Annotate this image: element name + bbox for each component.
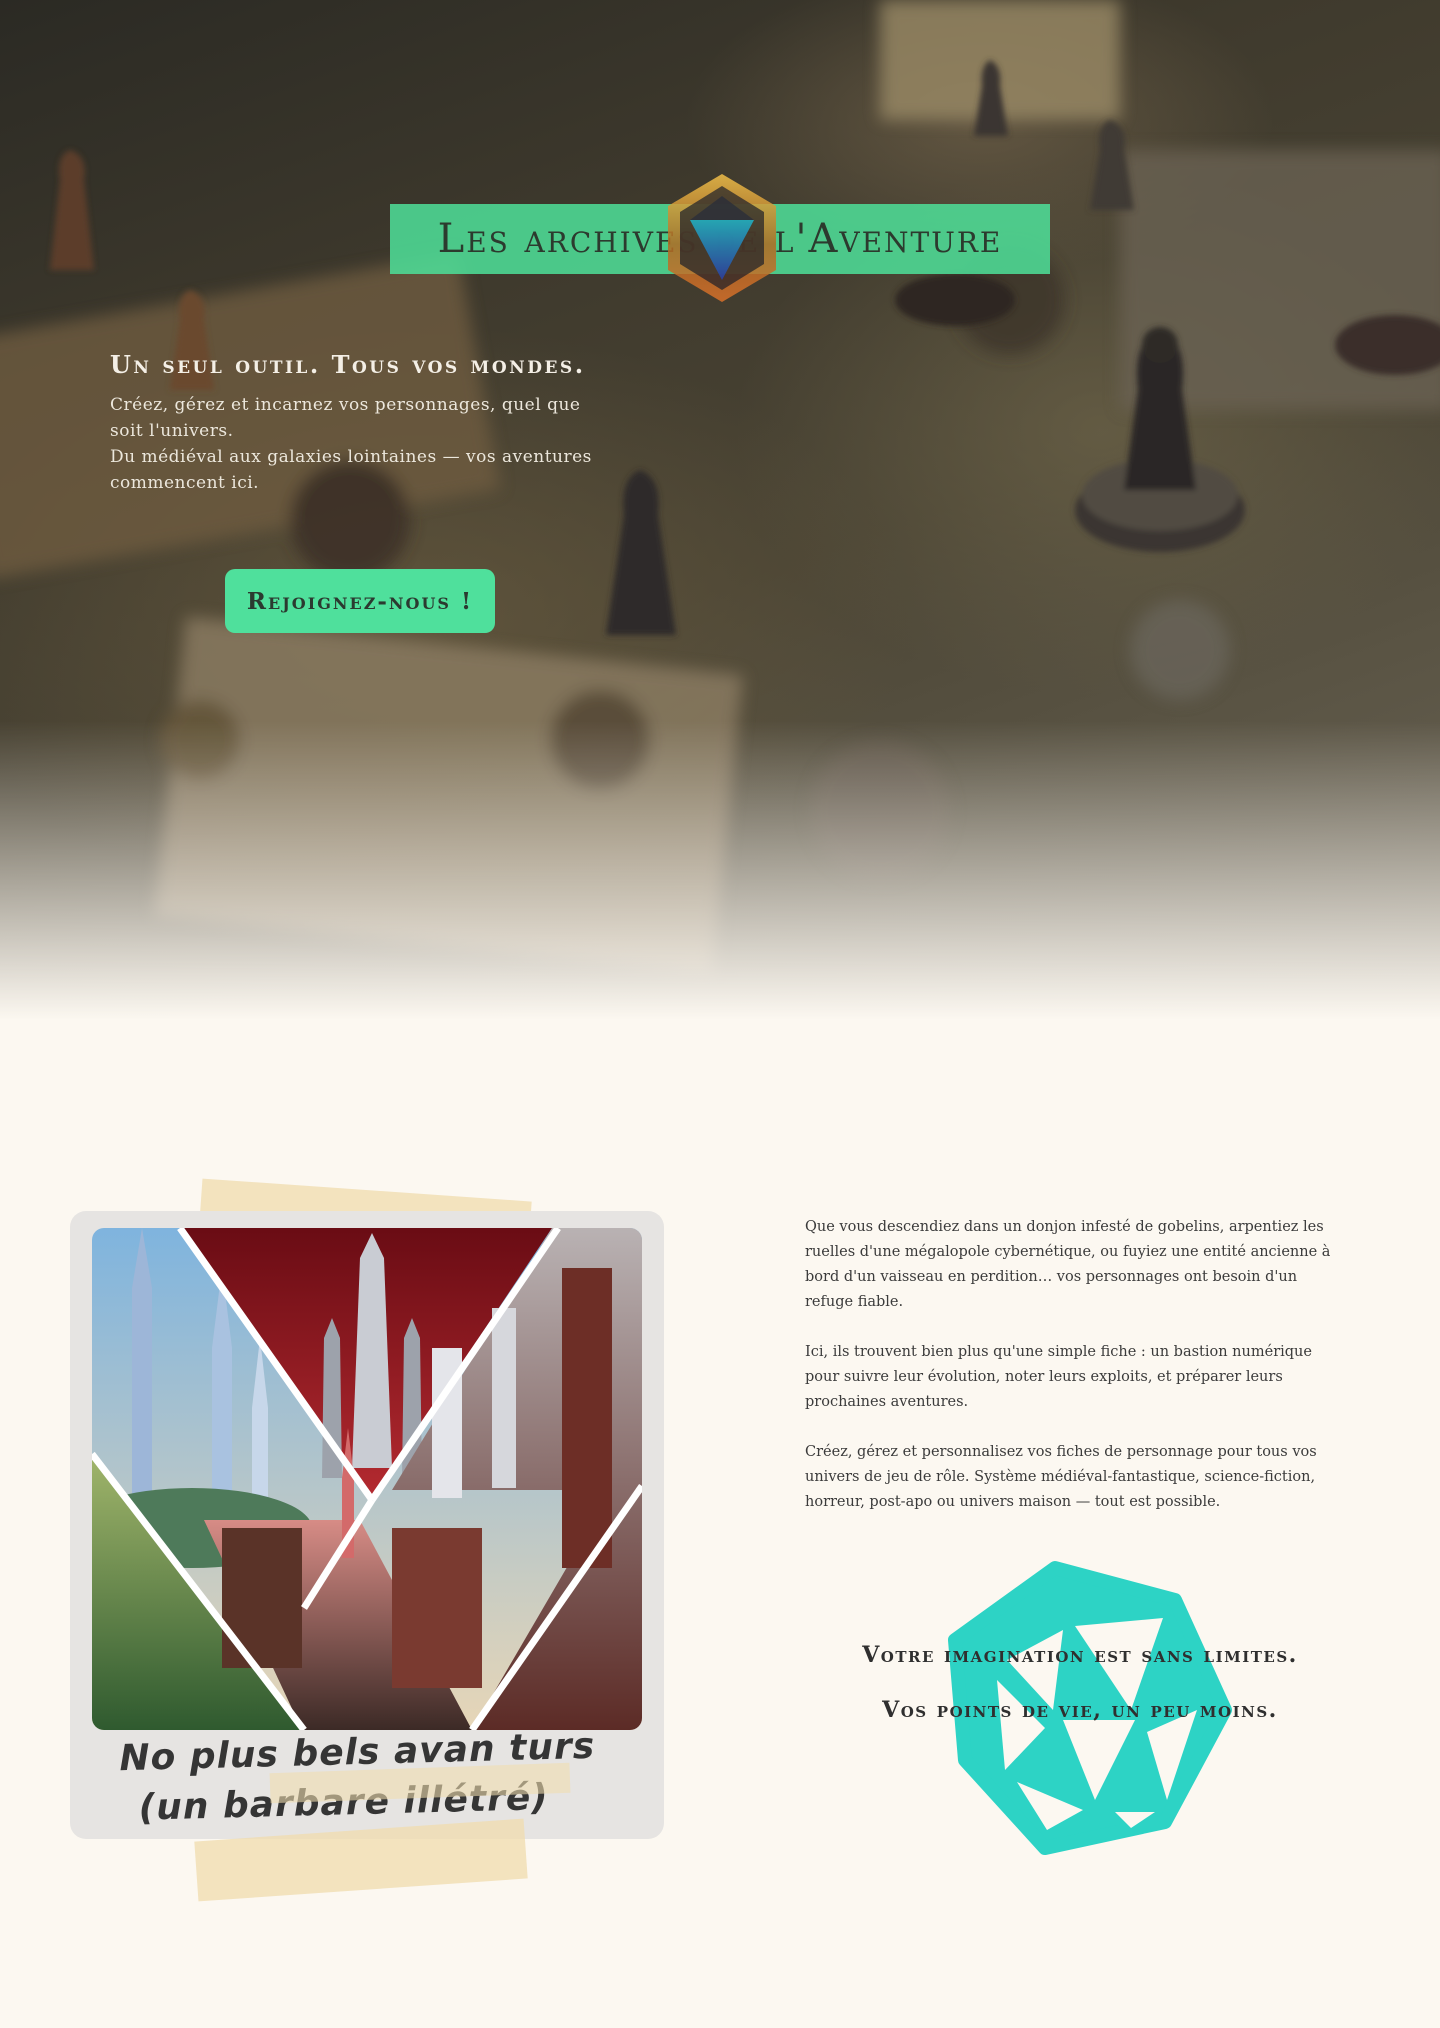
story-paragraph-3: Créez, gérez et personnalisez vos fiches… bbox=[805, 1444, 1317, 1510]
hero-fade-overlay bbox=[0, 720, 1440, 1020]
collage-artwork bbox=[92, 1228, 642, 1730]
hero-description: Créez, gérez et incarnez vos personnages… bbox=[110, 392, 610, 496]
hero-description-line-2: Du médiéval aux galaxies lointaines — vo… bbox=[110, 447, 592, 493]
story-text: Que vous descendiez dans un donjon infes… bbox=[805, 1215, 1345, 1540]
motto-line-1: Votre imagination est sans limites. bbox=[862, 1642, 1298, 1668]
join-us-button[interactable]: Rejoignez-nous ! bbox=[225, 569, 495, 633]
d20-emblem-icon bbox=[668, 174, 776, 302]
hero-section: Les archives de l'Aventure Un seul outil… bbox=[0, 0, 1440, 1020]
story-paragraph-2: Ici, ils trouvent bien plus qu'une simpl… bbox=[805, 1344, 1312, 1410]
hero-description-line-1: Créez, gérez et incarnez vos personnages… bbox=[110, 395, 581, 441]
story-paragraph-1: Que vous descendiez dans un donjon infes… bbox=[805, 1219, 1331, 1310]
hero-tagline: Un seul outil. Tous vos mondes. bbox=[110, 350, 586, 379]
worlds-collage-image bbox=[92, 1228, 642, 1730]
motto-line-2: Vos points de vie, un peu moins. bbox=[882, 1697, 1278, 1723]
